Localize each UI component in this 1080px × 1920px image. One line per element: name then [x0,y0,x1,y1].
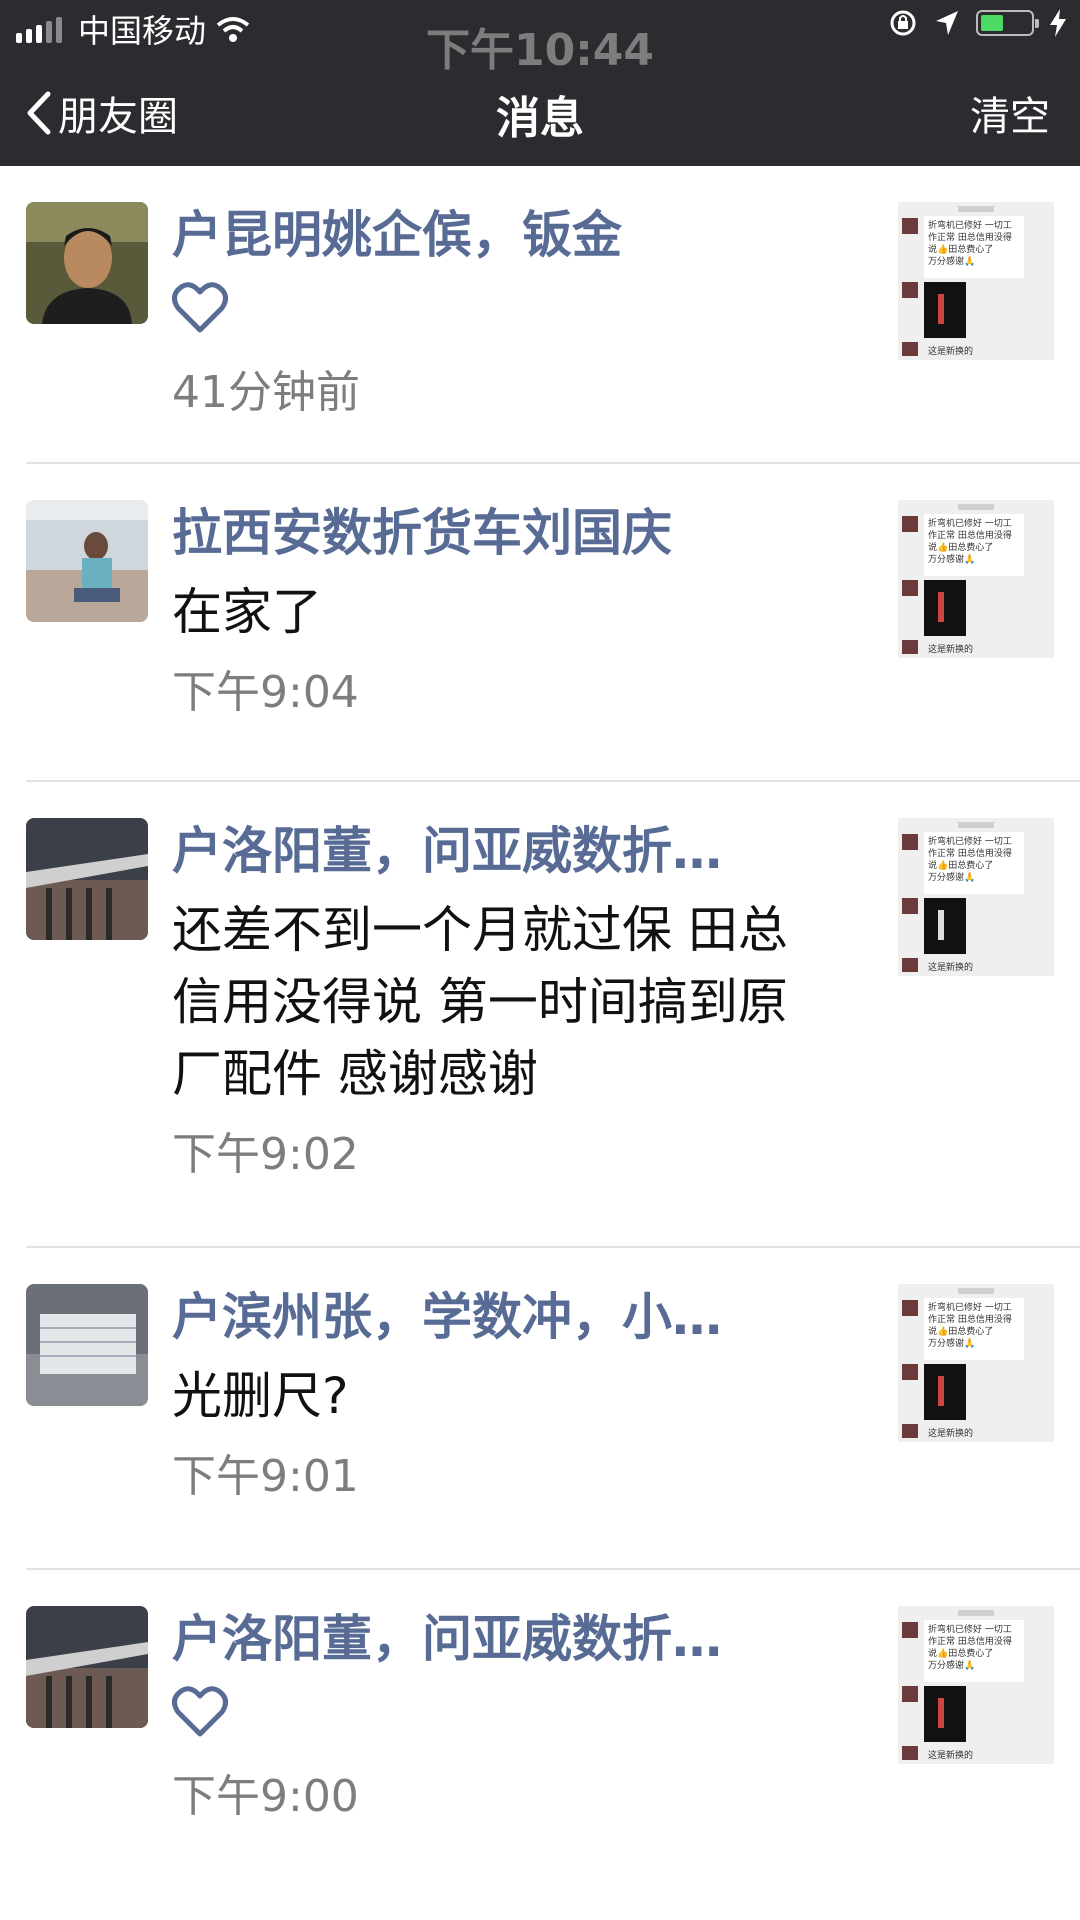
battery-icon [976,10,1039,36]
post-thumbnail[interactable]: 折弯机已修好 一切工 作正常 田总信用没得 说👍田总费心了 万分感谢🙏 这是新换… [898,818,1054,976]
rotation-lock-icon [890,10,916,36]
svg-text:这是新换的: 这是新换的 [928,1749,973,1761]
svg-text:这是新换的: 这是新换的 [928,643,973,655]
svg-text:万分感谢🙏: 万分感谢🙏 [928,553,975,565]
list-item[interactable]: 户洛阳董，问亚威数折… 下午9:00 折弯机已修好 一切工 作正常 田总信用没得… [26,1570,1080,1870]
sender-name[interactable]: 户昆明姚企傧，钣金 [172,202,822,268]
svg-text:说👍田总费心了: 说👍田总费心了 [928,1647,993,1659]
svg-text:作正常 田总信用没得: 作正常 田总信用没得 [928,231,1012,243]
svg-text:作正常 田总信用没得: 作正常 田总信用没得 [928,1635,1012,1647]
like-icon [172,1686,822,1752]
message-list: 户昆明姚企傧，钣金 41分钟前 折弯机已修好 一切工 作正常 田总信用没得 说👍… [0,166,1080,1870]
post-thumbnail[interactable]: 折弯机已修好 一切工 作正常 田总信用没得 说👍田总费心了 万分感谢🙏 这是新换… [898,202,1054,360]
list-item[interactable]: 户洛阳董，问亚威数折… 还差不到一个月就过保 田总信用没得说 第一时间搞到原厂配… [26,782,1080,1248]
clear-button[interactable]: 清空 [970,84,1050,142]
svg-text:折弯机已修好 一切工: 折弯机已修好 一切工 [928,219,1012,231]
avatar[interactable] [26,500,148,622]
comment-text: 在家了 [172,583,322,641]
svg-text:作正常 田总信用没得: 作正常 田总信用没得 [928,529,1012,541]
message-time: 41分钟前 [172,367,360,418]
message-time: 下午9:01 [172,1451,359,1502]
avatar[interactable] [26,1284,148,1406]
charging-icon [1050,9,1066,37]
sender-name[interactable]: 拉西安数折货车刘国庆 [172,500,822,566]
svg-text:说👍田总费心了: 说👍田总费心了 [928,859,993,871]
svg-text:这是新换的: 这是新换的 [928,961,973,973]
message-time: 下午9:00 [172,1771,359,1822]
svg-text:作正常 田总信用没得: 作正常 田总信用没得 [928,1313,1012,1325]
avatar[interactable] [26,202,148,324]
list-item[interactable]: 户昆明姚企傧，钣金 41分钟前 折弯机已修好 一切工 作正常 田总信用没得 说👍… [26,166,1080,464]
message-time: 下午9:02 [172,1129,359,1180]
status-bar: 中国移动 下午10:44 [0,0,1080,76]
svg-text:万分感谢🙏: 万分感谢🙏 [928,1659,975,1671]
comment-text: 还差不到一个月就过保 田总信用没得说 第一时间搞到原厂配件 感谢感谢 [172,901,788,1103]
avatar[interactable] [26,818,148,940]
svg-text:折弯机已修好 一切工: 折弯机已修好 一切工 [928,835,1012,847]
svg-text:作正常 田总信用没得: 作正常 田总信用没得 [928,847,1012,859]
avatar[interactable] [26,1606,148,1728]
page-title: 消息 [496,93,584,144]
battery-level [981,15,1003,31]
list-item[interactable]: 户滨州张，学数冲，小… 光删尺? 下午9:01 折弯机已修好 一切工 作正常 田… [26,1248,1080,1570]
svg-text:这是新换的: 这是新换的 [928,1427,973,1439]
svg-text:折弯机已修好 一切工: 折弯机已修好 一切工 [928,517,1012,529]
top-bar: 中国移动 下午10:44 朋友圈 消息 清空 [0,0,1080,166]
svg-text:说👍田总费心了: 说👍田总费心了 [928,243,993,255]
svg-text:万分感谢🙏: 万分感谢🙏 [928,1337,975,1349]
svg-text:折弯机已修好 一切工: 折弯机已修好 一切工 [928,1301,1012,1313]
svg-text:这是新换的: 这是新换的 [928,345,973,357]
comment-text: 光删尺? [172,1367,349,1425]
like-icon [172,282,822,348]
sender-name[interactable]: 户滨州张，学数冲，小… [172,1284,822,1350]
post-thumbnail[interactable]: 折弯机已修好 一切工 作正常 田总信用没得 说👍田总费心了 万分感谢🙏 这是新换… [898,1606,1054,1764]
location-icon [936,11,958,35]
message-time: 下午9:04 [172,667,359,718]
svg-text:说👍田总费心了: 说👍田总费心了 [928,541,993,553]
svg-text:万分感谢🙏: 万分感谢🙏 [928,871,975,883]
post-thumbnail[interactable]: 折弯机已修好 一切工 作正常 田总信用没得 说👍田总费心了 万分感谢🙏 这是新换… [898,500,1054,658]
svg-text:万分感谢🙏: 万分感谢🙏 [928,255,975,267]
sender-name[interactable]: 户洛阳董，问亚威数折… [172,1606,822,1672]
svg-text:说👍田总费心了: 说👍田总费心了 [928,1325,993,1337]
svg-text:折弯机已修好 一切工: 折弯机已修好 一切工 [928,1623,1012,1635]
list-item[interactable]: 拉西安数折货车刘国庆 在家了 下午9:04 折弯机已修好 一切工 作正常 田总信… [26,464,1080,782]
navigation-bar: 朋友圈 消息 清空 [0,54,1080,166]
post-thumbnail[interactable]: 折弯机已修好 一切工 作正常 田总信用没得 说👍田总费心了 万分感谢🙏 这是新换… [898,1284,1054,1442]
sender-name[interactable]: 户洛阳董，问亚威数折… [172,818,822,884]
